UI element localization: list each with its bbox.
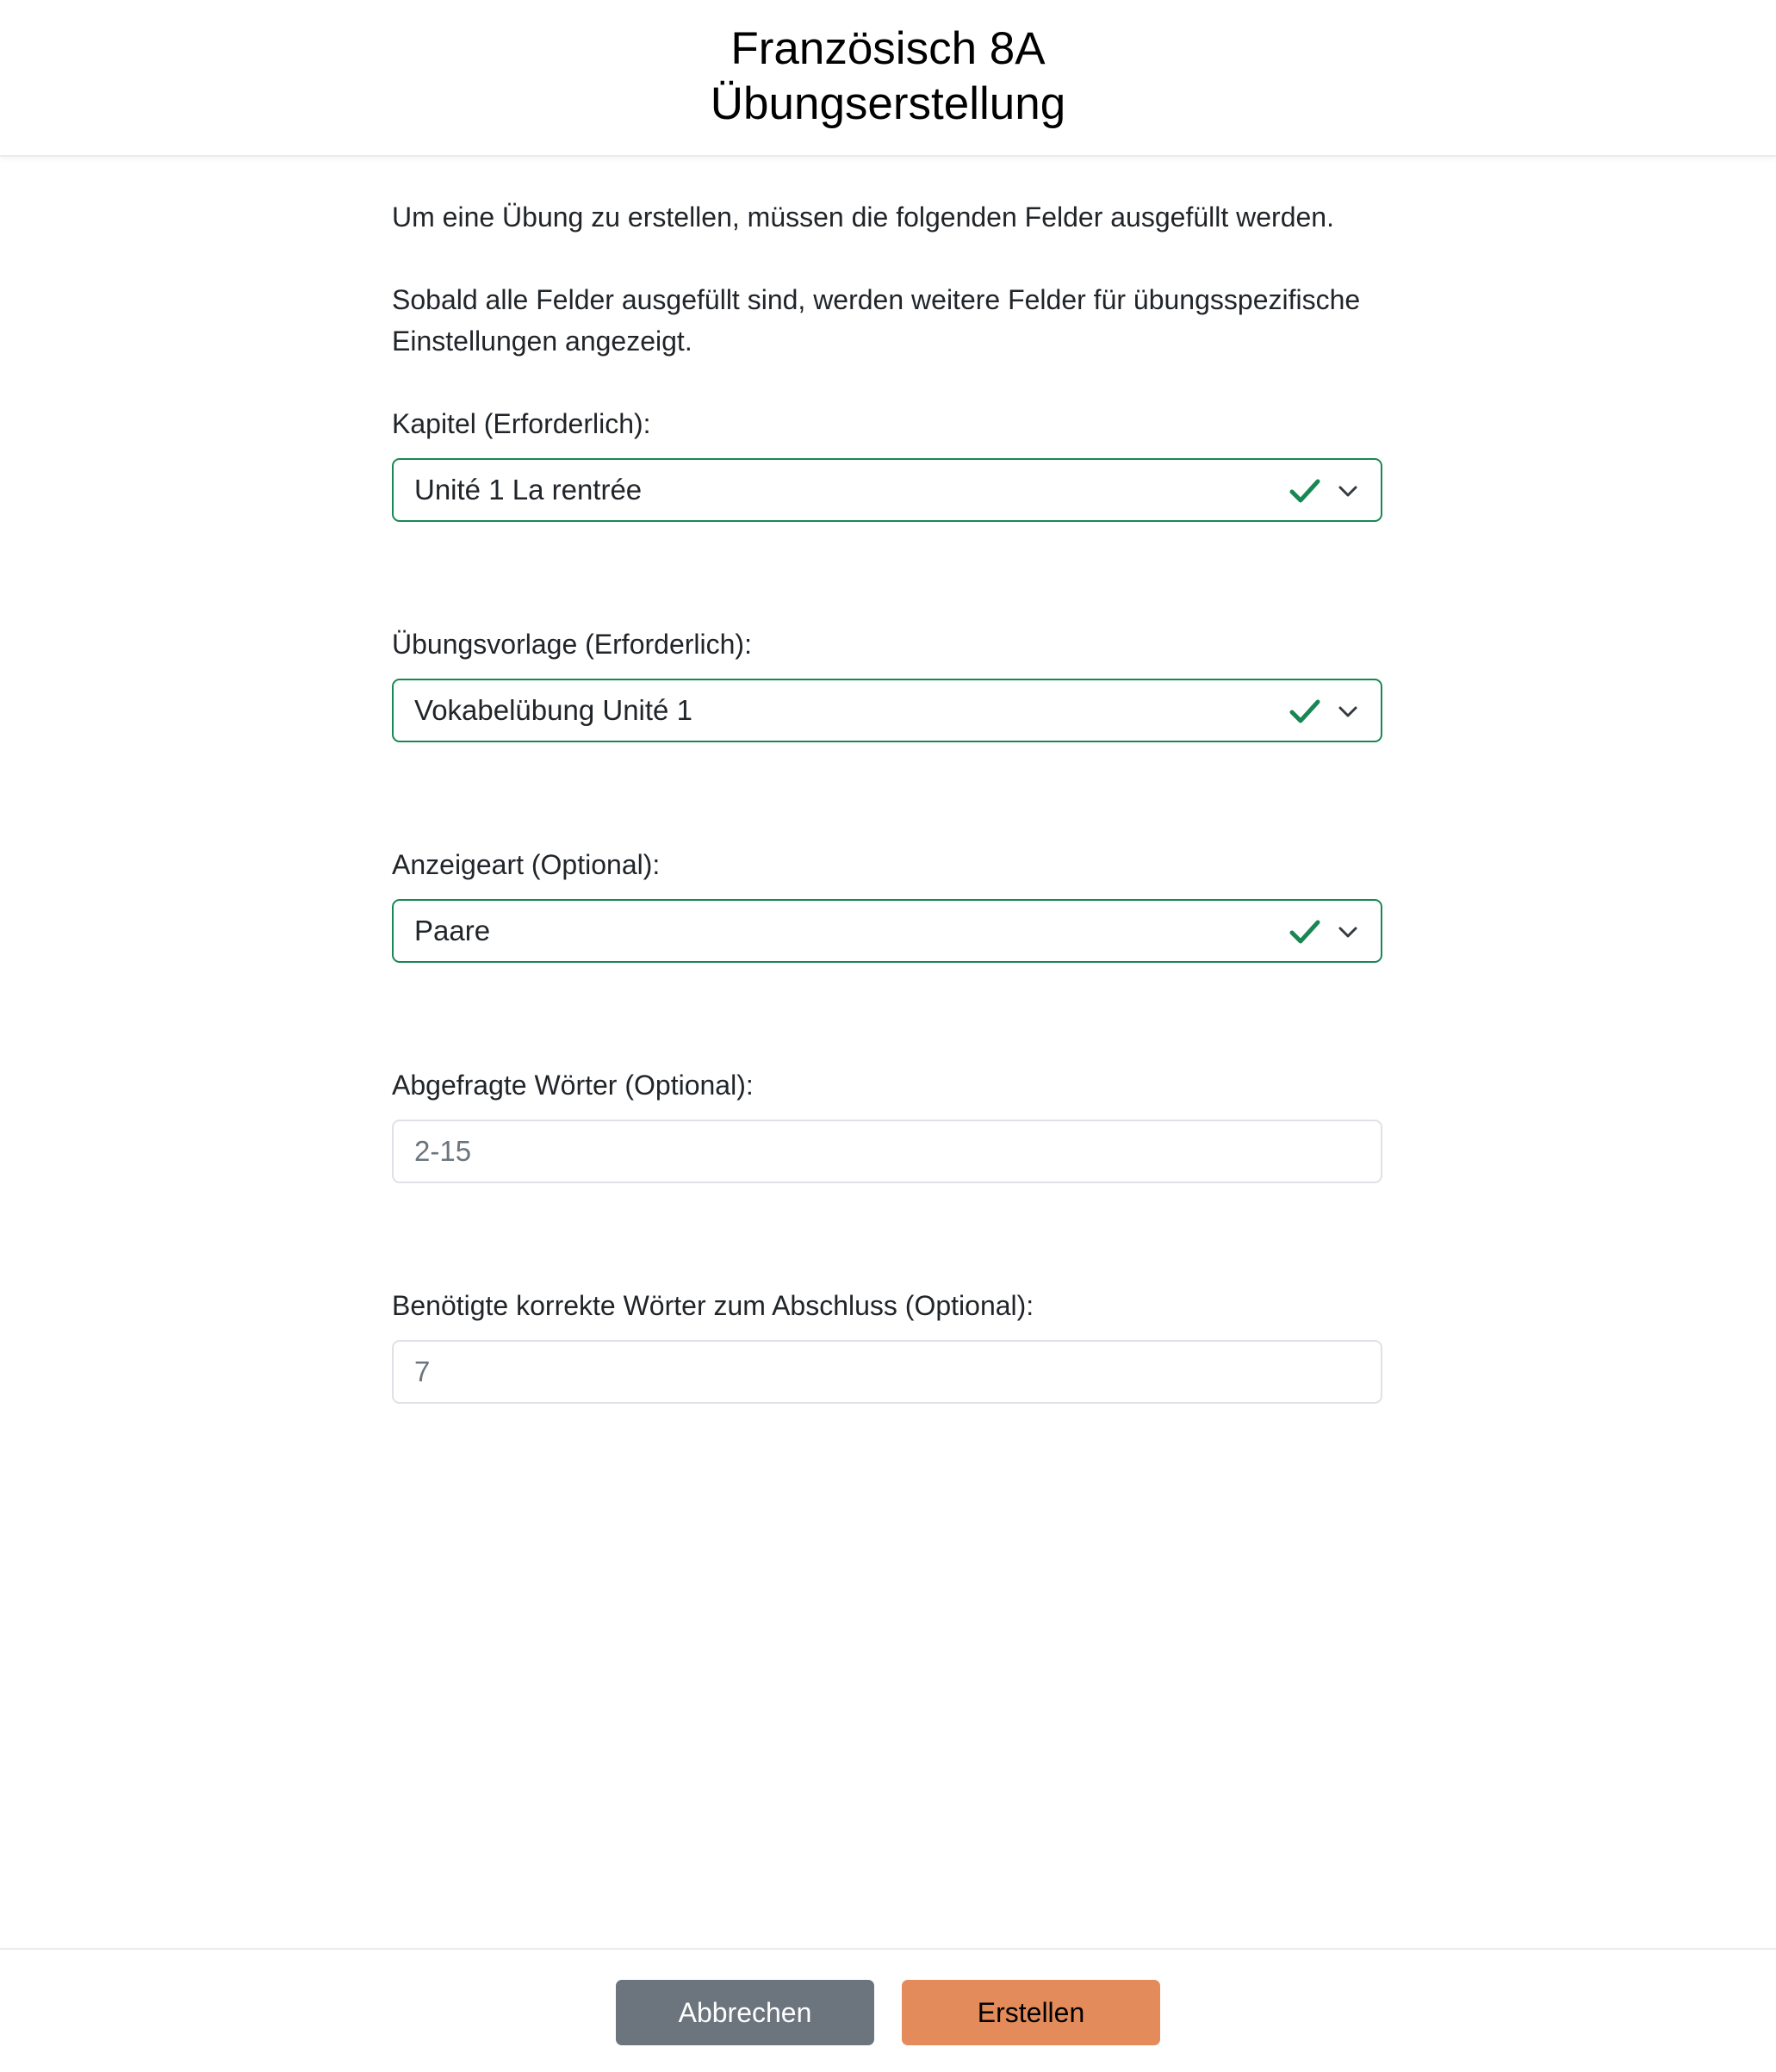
cancel-button[interactable]: Abbrechen bbox=[616, 1980, 874, 2045]
woerter-label: Abgefragte Wörter (Optional): bbox=[392, 1070, 754, 1101]
chevron-down-icon bbox=[1338, 927, 1357, 938]
vorlage-selected-value: Vokabelübung Unité 1 bbox=[414, 694, 692, 726]
page-title-course: Französisch 8A bbox=[730, 23, 1046, 74]
korrekt-placeholder: 7 bbox=[414, 1355, 431, 1387]
korrekt-input[interactable]: 7 bbox=[392, 1340, 1382, 1404]
anzeigeart-select[interactable]: Paare bbox=[392, 899, 1382, 963]
kapitel-selected-value: Unité 1 La rentrée bbox=[414, 474, 643, 506]
woerter-placeholder: 2-15 bbox=[414, 1135, 472, 1167]
footer-bar: Abbrechen Erstellen bbox=[0, 1948, 1776, 2072]
anzeigeart-label: Anzeigeart (Optional): bbox=[392, 849, 661, 880]
intro-text: Um eine Übung zu erstellen, müssen die f… bbox=[392, 202, 1334, 233]
chevron-down-icon bbox=[1338, 706, 1357, 717]
intro-hint-text: Sobald alle Felder ausgefüllt sind, werd… bbox=[392, 284, 1361, 357]
chevron-down-icon bbox=[1338, 486, 1357, 497]
page-title: Übungserstellung bbox=[710, 78, 1066, 129]
vorlage-label: Übungsvorlage (Erforderlich): bbox=[392, 629, 752, 660]
page-header: Französisch 8A Übungserstellung bbox=[0, 0, 1776, 157]
kapitel-label: Kapitel (Erforderlich): bbox=[392, 408, 651, 439]
check-icon bbox=[1289, 479, 1320, 503]
anzeigeart-selected-value: Paare bbox=[414, 915, 491, 946]
check-icon bbox=[1289, 699, 1320, 723]
create-button[interactable]: Erstellen bbox=[902, 1980, 1160, 2045]
check-icon bbox=[1289, 920, 1320, 944]
woerter-input[interactable]: 2-15 bbox=[392, 1120, 1382, 1183]
kapitel-select[interactable]: Unité 1 La rentrée bbox=[392, 458, 1382, 522]
korrekt-label: Benötigte korrekte Wörter zum Abschluss … bbox=[392, 1290, 1034, 1321]
vorlage-select[interactable]: Vokabelübung Unité 1 bbox=[392, 679, 1382, 742]
